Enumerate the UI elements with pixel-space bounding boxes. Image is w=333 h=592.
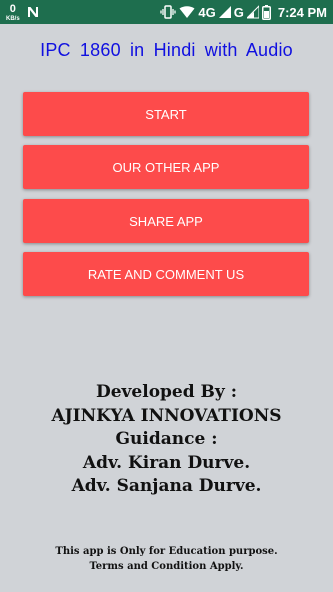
developed-by-heading: Developed By : bbox=[96, 382, 237, 402]
status-left: 0 KB/s bbox=[6, 0, 40, 24]
signal-icon bbox=[218, 5, 231, 19]
vibrate-icon bbox=[160, 5, 177, 19]
disclaimer-line-2: Terms and Condition Apply. bbox=[89, 561, 244, 572]
wifi-icon bbox=[179, 5, 195, 19]
disclaimer-line-1: This app is Only for Education purpose. bbox=[55, 546, 278, 557]
battery-icon bbox=[261, 4, 271, 20]
share-app-button[interactable]: SHARE APP bbox=[23, 199, 309, 243]
no-sim-icon bbox=[26, 5, 40, 19]
status-right: 4G G 7:24 PM bbox=[160, 0, 327, 24]
developer-company-name: AJINKYA INNOVATIONS bbox=[51, 405, 282, 426]
network-speed-unit: KB/s bbox=[6, 15, 20, 22]
guidance-heading: Guidance : bbox=[115, 429, 218, 449]
status-bar: 0 KB/s 4G G 7:24 PM bbox=[0, 0, 333, 24]
guide-name-1: Adv. Kiran Durve. bbox=[82, 452, 251, 473]
network-speed-value: 0 bbox=[9, 2, 16, 15]
app-title: IPC 1860 in Hindi with Audio bbox=[40, 40, 293, 60]
network-speed: 0 KB/s bbox=[6, 2, 20, 22]
guide-name-2: Adv. Sanjana Durve. bbox=[71, 476, 262, 496]
signal-icon bbox=[246, 5, 259, 19]
status-clock: 7:24 PM bbox=[277, 4, 327, 20]
network-type-label-2: G bbox=[233, 4, 244, 20]
network-type-label-1: 4G bbox=[198, 4, 216, 20]
rate-and-comment-button[interactable]: RATE AND COMMENT US bbox=[23, 252, 309, 296]
credits-section: Developed By : AJINKYA INNOVATIONS Guida… bbox=[0, 381, 333, 499]
footer-disclaimer: This app is Only for Education purpose. … bbox=[0, 544, 333, 574]
start-button[interactable]: START bbox=[23, 92, 309, 136]
our-other-app-button[interactable]: OUR OTHER APP bbox=[23, 145, 309, 189]
